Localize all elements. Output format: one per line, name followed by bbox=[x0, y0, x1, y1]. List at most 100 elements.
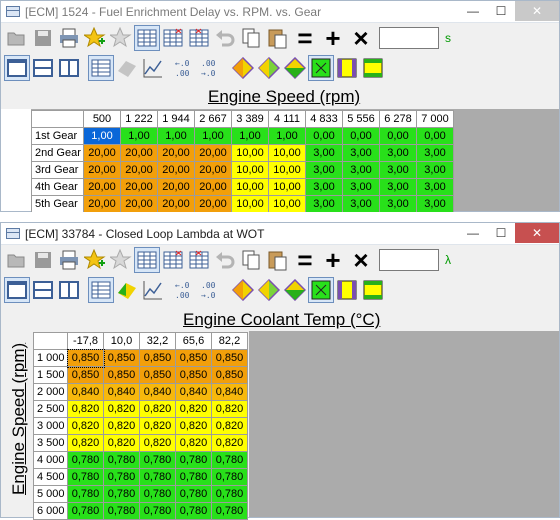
table-cell[interactable]: 0,820 bbox=[67, 434, 104, 452]
table-cell[interactable]: 0,820 bbox=[67, 400, 104, 418]
table-cell[interactable]: 0,780 bbox=[139, 502, 176, 520]
save-button[interactable] bbox=[31, 248, 55, 272]
plus-button[interactable]: + bbox=[319, 25, 347, 51]
row-header[interactable]: 1 000 bbox=[33, 349, 68, 367]
smooth-vertical-button[interactable] bbox=[361, 56, 385, 80]
table-cell[interactable]: 0,780 bbox=[103, 451, 140, 469]
table-mode-button[interactable] bbox=[88, 55, 114, 81]
table-cell[interactable]: 20,00 bbox=[120, 144, 158, 162]
3d-surface-button[interactable] bbox=[115, 278, 139, 302]
table-cell[interactable]: 3,00 bbox=[305, 161, 343, 179]
table-cell[interactable]: 20,00 bbox=[120, 195, 158, 213]
close-button[interactable]: ✕ bbox=[515, 1, 559, 21]
maximize-button[interactable]: ☐ bbox=[487, 1, 515, 21]
line-graph-button[interactable] bbox=[141, 56, 165, 80]
table-cell[interactable]: 0,850 bbox=[211, 349, 248, 367]
paste-button[interactable] bbox=[265, 248, 289, 272]
table-cell[interactable]: 0,780 bbox=[139, 485, 176, 503]
table-cell[interactable]: 3,00 bbox=[416, 144, 454, 162]
smooth-horizontal-button[interactable] bbox=[335, 56, 359, 80]
table-cell[interactable]: 0,00 bbox=[342, 127, 380, 145]
add-favorite-button[interactable] bbox=[83, 248, 107, 272]
table-cell[interactable]: 20,00 bbox=[157, 144, 195, 162]
table-cell[interactable]: 0,850 bbox=[103, 366, 140, 384]
print-button[interactable] bbox=[57, 26, 81, 50]
table-cell[interactable]: 3,00 bbox=[305, 178, 343, 196]
table-cell[interactable]: 1,00 bbox=[194, 127, 232, 145]
table-cell[interactable]: 3,00 bbox=[379, 195, 417, 213]
fill-button[interactable] bbox=[308, 55, 334, 81]
table-cell[interactable]: 0,780 bbox=[103, 502, 140, 520]
table-cell[interactable]: 0,820 bbox=[139, 417, 176, 435]
table-cell[interactable]: 10,00 bbox=[231, 195, 269, 213]
minimize-button[interactable]: — bbox=[459, 223, 487, 243]
table-cell[interactable]: 0,820 bbox=[211, 417, 248, 435]
table-cell[interactable]: 0,780 bbox=[67, 485, 104, 503]
interpolate-vertical-button[interactable] bbox=[257, 278, 281, 302]
table-cell[interactable]: 0,820 bbox=[175, 434, 212, 452]
row-header[interactable]: 1 500 bbox=[33, 366, 68, 384]
table-cell[interactable]: 3,00 bbox=[416, 161, 454, 179]
row-header[interactable]: 2 000 bbox=[33, 383, 68, 401]
table-cell[interactable]: 20,00 bbox=[83, 144, 121, 162]
table-columns-button[interactable] bbox=[161, 248, 185, 272]
row-header[interactable]: 4 500 bbox=[33, 468, 68, 486]
copy-button[interactable] bbox=[239, 26, 263, 50]
table-cell[interactable]: 3,00 bbox=[342, 178, 380, 196]
table-cell[interactable]: 0,820 bbox=[175, 400, 212, 418]
table-cell[interactable]: 0,850 bbox=[139, 366, 176, 384]
table-cell[interactable]: 0,820 bbox=[103, 417, 140, 435]
table-rows-button[interactable] bbox=[187, 26, 211, 50]
table-cell[interactable]: 0,840 bbox=[103, 383, 140, 401]
table-cell[interactable]: 0,850 bbox=[211, 366, 248, 384]
table-rows-button[interactable] bbox=[187, 248, 211, 272]
interpolate-diagonal-button[interactable] bbox=[283, 56, 307, 80]
column-header[interactable]: 7 000 bbox=[416, 110, 454, 128]
row-header[interactable]: 3 500 bbox=[33, 434, 68, 452]
table-cell[interactable]: 0,850 bbox=[103, 349, 140, 367]
table-cell[interactable]: 0,820 bbox=[211, 434, 248, 452]
table-cell[interactable]: 3,00 bbox=[379, 144, 417, 162]
title-bar[interactable]: [ECM] 1524 - Fuel Enrichment Delay vs. R… bbox=[1, 1, 559, 23]
table-cell[interactable]: 10,00 bbox=[268, 161, 306, 179]
line-graph-button[interactable] bbox=[141, 278, 165, 302]
table-cell[interactable]: 20,00 bbox=[194, 195, 232, 213]
table-cell[interactable]: 3,00 bbox=[379, 178, 417, 196]
multiply-button[interactable]: × bbox=[347, 247, 375, 273]
title-bar[interactable]: [ECM] 33784 - Closed Loop Lambda at WOT … bbox=[1, 223, 559, 245]
view-vertical-split-button[interactable] bbox=[57, 278, 81, 302]
save-button[interactable] bbox=[31, 26, 55, 50]
table-cell[interactable]: 0,780 bbox=[211, 468, 248, 486]
table-cell[interactable]: 0,780 bbox=[211, 502, 248, 520]
view-vertical-split-button[interactable] bbox=[57, 56, 81, 80]
table-cell[interactable]: 0,00 bbox=[379, 127, 417, 145]
table-cell[interactable]: 3,00 bbox=[342, 161, 380, 179]
fill-button[interactable] bbox=[308, 277, 334, 303]
copy-button[interactable] bbox=[239, 248, 263, 272]
table-mode-button[interactable] bbox=[88, 277, 114, 303]
view-horizontal-split-button[interactable] bbox=[31, 56, 55, 80]
table-cell[interactable]: 0,780 bbox=[175, 502, 212, 520]
table-cell[interactable]: 0,850 bbox=[67, 366, 104, 384]
increase-decimals-button[interactable]: .00 →.0 bbox=[199, 278, 223, 302]
table-view-button[interactable] bbox=[134, 247, 160, 273]
column-header[interactable]: 6 278 bbox=[379, 110, 417, 128]
table-cell[interactable]: 0,780 bbox=[103, 485, 140, 503]
table-cell[interactable]: 20,00 bbox=[194, 161, 232, 179]
open-button[interactable] bbox=[5, 248, 29, 272]
table-cell[interactable]: 1,00 bbox=[83, 127, 121, 145]
table-cell[interactable]: 10,00 bbox=[231, 178, 269, 196]
view-single-button[interactable] bbox=[4, 55, 30, 81]
table-cell[interactable]: 0,780 bbox=[175, 485, 212, 503]
table-cell[interactable]: 3,00 bbox=[342, 144, 380, 162]
row-header[interactable]: 3rd Gear bbox=[31, 161, 84, 179]
table-cell[interactable]: 0,820 bbox=[67, 417, 104, 435]
table-cell[interactable]: 20,00 bbox=[120, 161, 158, 179]
row-header[interactable]: 2 500 bbox=[33, 400, 68, 418]
table-cell[interactable]: 20,00 bbox=[157, 161, 195, 179]
row-header[interactable]: 5th Gear bbox=[31, 195, 84, 213]
table-cell[interactable]: 20,00 bbox=[194, 178, 232, 196]
column-header[interactable]: -17,8 bbox=[67, 332, 104, 350]
table-cell[interactable]: 3,00 bbox=[305, 144, 343, 162]
column-header[interactable]: 32,2 bbox=[139, 332, 176, 350]
